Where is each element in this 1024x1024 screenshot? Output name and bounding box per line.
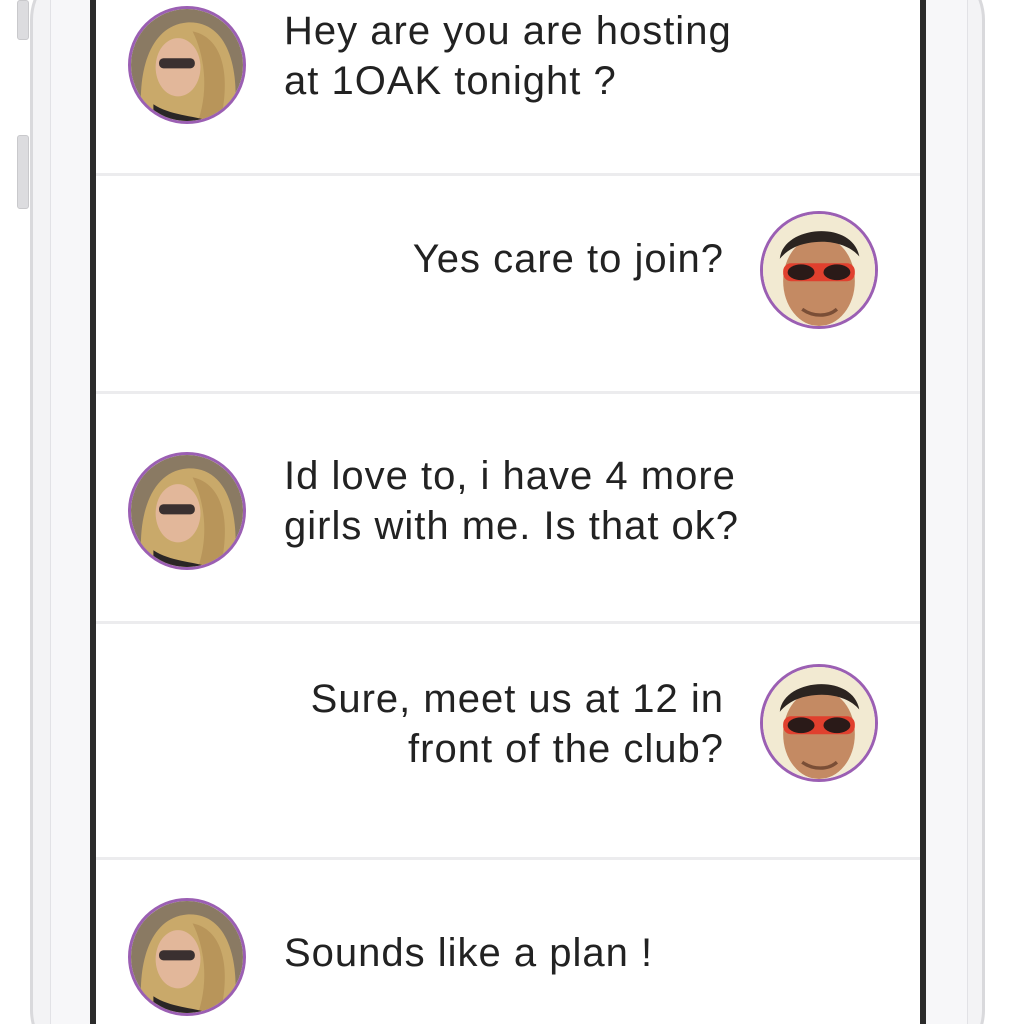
message-row[interactable]: Sure, meet us at 12 in front of the club… — [96, 624, 920, 860]
female-avatar-icon — [131, 9, 243, 121]
message-row[interactable]: Id love to, i have 4 more girls with me.… — [96, 394, 920, 624]
message-text: Sounds like a plan ! — [284, 931, 654, 975]
male-avatar-icon — [763, 667, 875, 779]
message-text: Yes care to join? — [412, 237, 724, 281]
female-avatar[interactable] — [128, 898, 246, 1016]
female-avatar-icon — [131, 901, 243, 1013]
phone-mockup: Hey are you are hosting at 1OAK tonight … — [0, 0, 1024, 1024]
message-row[interactable]: Yes care to join? — [96, 176, 920, 394]
phone-volume-button — [17, 135, 29, 209]
male-avatar-sunglasses[interactable] — [760, 664, 878, 782]
female-avatar-icon — [131, 455, 243, 567]
female-avatar[interactable] — [128, 6, 246, 124]
female-avatar[interactable] — [128, 452, 246, 570]
message-text: Id love to, i have 4 more girls with me.… — [284, 454, 740, 548]
chat-screen: Hey are you are hosting at 1OAK tonight … — [90, 0, 926, 1024]
message-row[interactable]: Sounds like a plan ! — [96, 860, 920, 1024]
male-avatar-icon — [763, 214, 875, 326]
message-text: Sure, meet us at 12 in front of the club… — [310, 677, 724, 771]
message-row[interactable]: Hey are you are hosting at 1OAK tonight … — [96, 0, 920, 176]
message-text: Hey are you are hosting at 1OAK tonight … — [284, 9, 732, 103]
male-avatar-sunglasses[interactable] — [760, 211, 878, 329]
phone-side-button — [17, 0, 29, 40]
